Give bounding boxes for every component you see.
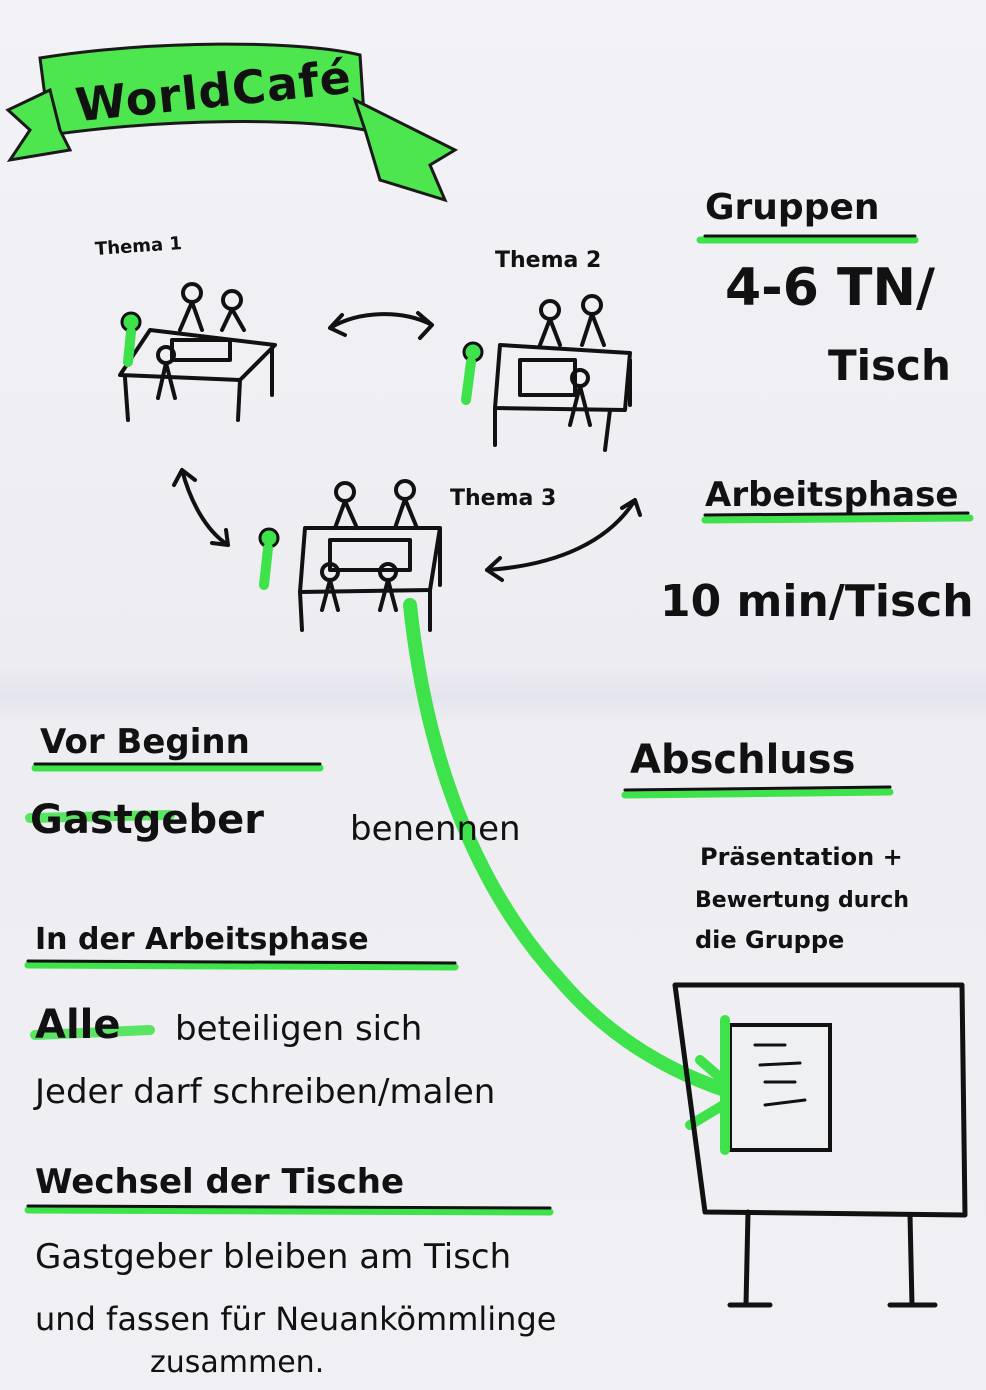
work-phase-heading: Arbeitsphase <box>705 475 959 515</box>
arrow-table3-table2 <box>485 498 642 582</box>
arrow-table1-table3 <box>172 468 230 547</box>
table-2-drawing <box>461 294 632 452</box>
before-start-strong: Gastgeber <box>30 797 265 843</box>
during-phase-heading: In der Arbeitsphase <box>35 922 369 957</box>
during-phase-strong: Alle <box>35 1002 121 1048</box>
closing-line3: die Gruppe <box>695 926 845 954</box>
table-2-label: Thema 2 <box>495 248 602 273</box>
table-3-label: Thema 3 <box>450 486 557 511</box>
change-tables-line1: Gastgeber bleiben am Tisch <box>35 1237 512 1277</box>
flipchart-easel-drawing <box>672 982 968 1308</box>
before-start-text: benennen <box>350 809 521 849</box>
work-phase-duration: 10 min/Tisch <box>660 576 974 627</box>
change-tables-heading: Wechsel der Tische <box>35 1162 405 1202</box>
change-tables-line2: und fassen für Neuankömmlinge <box>35 1300 557 1338</box>
during-phase-line1: beteiligen sich <box>175 1009 423 1049</box>
before-start-heading: Vor Beginn <box>40 722 250 762</box>
change-tables-line3: zusammen. <box>150 1345 325 1380</box>
closing-line2: Bewertung durch <box>695 888 909 913</box>
during-phase-line2: Jeder darf schreiben/malen <box>35 1072 496 1112</box>
table-1-drawing <box>118 282 277 422</box>
arrow-table1-table2 <box>328 311 434 340</box>
groups-size: 4-6 TN/ <box>725 258 936 318</box>
green-flow-arrow <box>403 598 747 1102</box>
closing-line1: Präsentation + <box>700 843 903 871</box>
closing-heading: Abschluss <box>630 737 856 783</box>
groups-per-table: Tisch <box>828 341 951 390</box>
groups-heading: Gruppen <box>705 187 880 228</box>
